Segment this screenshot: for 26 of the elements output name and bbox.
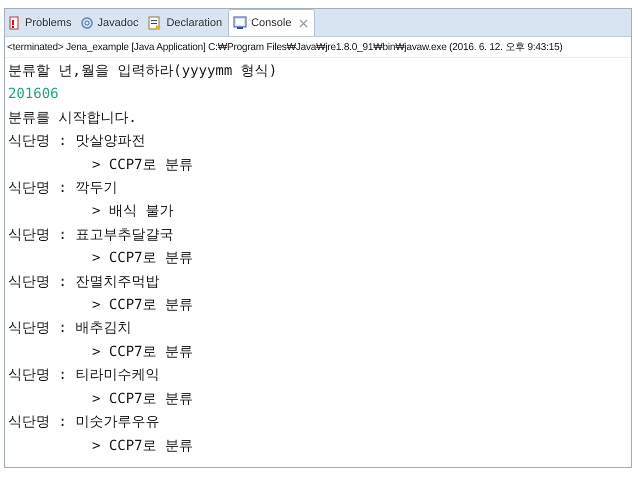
console-output-line: 분류를 시작합니다. (8, 108, 138, 128)
console-output-line: 식단명 : 미숫가루우유 (8, 413, 160, 432)
console-output-line: 식단명 : 표고부추달걀국 (8, 226, 174, 245)
console-output-line: 식단명 : 티라미수케익 (8, 366, 160, 386)
console-output-line: > CCP7로 분류 (91, 342, 194, 362)
console-output-line: > CCP7로 분류 (91, 296, 194, 316)
close-icon[interactable] (299, 18, 308, 28)
console-output-line: 식단명 : 잔멸치주먹밥 (8, 272, 160, 292)
view-tab[interactable]: Problems (5, 10, 78, 36)
user-input-line: 201606 (8, 85, 60, 104)
console-status-line: <terminated> Jena_example [Java Application] C:₩Program Files₩Java₩jre1.8.0_91₩bin₩javaw.exe (2016. 6. 12. 오후 9:43:15) (5, 37, 631, 58)
console-output-line: > CCP7로 분류 (91, 390, 194, 409)
console-output-line: > CCP7로 분류 (91, 249, 194, 268)
console-output-line: > 배식 불가 (91, 202, 174, 222)
console-output-line: 식단명 : 깍두기 (8, 179, 118, 198)
console-output-line: > CCP7로 분류 (91, 156, 194, 175)
view-tab[interactable]: Console (228, 9, 316, 36)
view-tab[interactable]: Declaration (144, 10, 228, 36)
console-output-line: > CCP7로 분류 (91, 436, 194, 456)
monitor-icon (233, 16, 248, 30)
console-output-line: 식단명 : 맛살양파전 (8, 132, 146, 152)
warning-list-icon (9, 16, 21, 30)
document-icon (148, 16, 162, 30)
console-output-line: 분류할 년,월을 입력하라(yyyymm 형식) (8, 62, 278, 81)
view-tab[interactable]: Javadoc (77, 10, 144, 36)
console-output-line: 식단명 : 배추김치 (8, 319, 132, 338)
